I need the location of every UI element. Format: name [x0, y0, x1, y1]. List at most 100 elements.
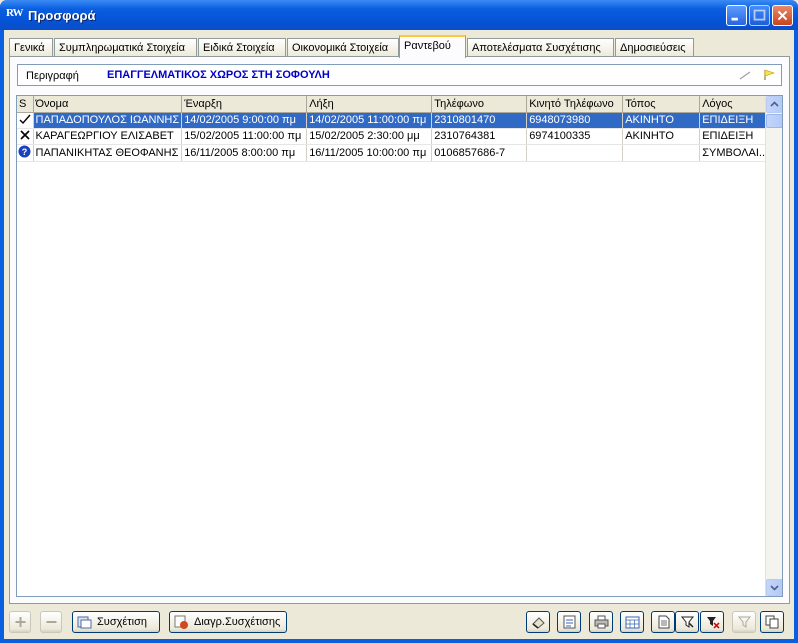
- cell-phone: 2310764381: [431, 128, 528, 145]
- cell-mobile: 6948073980: [526, 112, 624, 129]
- window-title: Προσφορά: [28, 8, 96, 23]
- scroll-up-button[interactable]: [766, 96, 782, 113]
- report-icon: [563, 615, 576, 629]
- erase-icon: [532, 617, 545, 629]
- cell-end: 15/02/2005 2:30:00 μμ: [306, 128, 433, 145]
- calendar-icon: [625, 616, 640, 629]
- question-icon: ?: [18, 145, 31, 157]
- row-status: [17, 128, 34, 145]
- add-button[interactable]: [9, 611, 31, 633]
- title-bar[interactable]: RW Προσφορά: [0, 0, 798, 30]
- column-header-phone[interactable]: Τηλέφωνο: [431, 96, 528, 113]
- minus-icon: [46, 621, 57, 623]
- tab-general[interactable]: Γενικά: [9, 38, 53, 57]
- cell-name: ΚΑΡΑΓΕΩΡΓΙΟΥ ΕΛΙΣΑΒΕΤ: [33, 128, 183, 145]
- column-header-name[interactable]: Όνομα: [33, 96, 183, 113]
- description-value: ΕΠΑΓΓΕΛΜΑΤΙΚΟΣ ΧΩΡΟΣ ΣΤΗ ΣΟΦΟΥΛΗ: [107, 69, 330, 81]
- unrelate-label: Διαγρ.Συσχέτισης: [194, 616, 281, 628]
- appointments-panel: Περιγραφή ΕΠΑΓΓΕΛΜΑΤΙΚΟΣ ΧΩΡΟΣ ΣΤΗ ΣΟΦΟΥ…: [9, 56, 790, 604]
- table-row[interactable]: ΠΑΠΑΔΟΠΟΥΛΟΣ ΙΩΑΝΝΗΣ 14/02/2005 9:00:00 …: [17, 112, 772, 129]
- copy-icon: [765, 615, 779, 629]
- cell-place: ΑΚΙΝΗΤΟ: [622, 112, 701, 129]
- table-row[interactable]: ΚΑΡΑΓΕΩΡΓΙΟΥ ΕΛΙΣΑΒΕΤ 15/02/2005 11:00:0…: [17, 128, 772, 145]
- row-status: ?: [17, 144, 34, 162]
- column-header-end[interactable]: Λήξη: [306, 96, 433, 113]
- calendar-button[interactable]: [620, 611, 644, 633]
- cell-mobile: 6974100335: [526, 128, 624, 145]
- minimize-button[interactable]: [726, 5, 747, 26]
- minimize-icon: [731, 17, 738, 21]
- cell-start: 15/02/2005 11:00:00 πμ: [181, 128, 308, 145]
- document-button[interactable]: [651, 611, 675, 633]
- maximize-icon: [753, 9, 766, 21]
- chevron-up-icon: [770, 101, 779, 107]
- column-header-start[interactable]: Έναρξη: [181, 96, 308, 113]
- filter-disabled-icon: [737, 616, 752, 628]
- scroll-down-button[interactable]: [766, 579, 782, 596]
- cell-phone: 2310801470: [431, 112, 528, 129]
- cell-start: 16/11/2005 8:00:00 πμ: [181, 144, 308, 162]
- cell-end: 14/02/2005 11:00:00 πμ: [306, 112, 433, 129]
- relate-label: Συσχέτιση: [97, 616, 147, 628]
- table-row[interactable]: ? ΠΑΠΑΝΙΚΗΤΑΣ ΘΕΟΦΑΝΗΣ 16/11/2005 8:00:0…: [17, 144, 772, 162]
- row-status: [17, 112, 34, 129]
- remove-button[interactable]: [40, 611, 62, 633]
- unlink-icon: [174, 615, 188, 629]
- print-button[interactable]: [589, 611, 613, 633]
- description-label: Περιγραφή: [26, 70, 79, 82]
- cell-reason: ΣΥΜΒΟΛΑΙ...: [699, 144, 772, 162]
- filter-clear-icon: [707, 617, 720, 629]
- tab-correlation-results[interactable]: Αποτελέσματα Συσχέτισης: [467, 38, 614, 57]
- cell-reason: ΕΠΙΔΕΙΞΗ: [699, 112, 772, 129]
- copy-button[interactable]: [760, 611, 784, 633]
- cell-name: ΠΑΠΑΔΟΠΟΥΛΟΣ ΙΩΑΝΝΗΣ: [33, 112, 183, 129]
- pencil-icon[interactable]: [738, 69, 752, 81]
- tab-special[interactable]: Ειδικά Στοιχεία: [198, 38, 286, 57]
- filter-clear-button[interactable]: [700, 611, 724, 633]
- cell-place: [622, 144, 701, 162]
- cell-place: ΑΚΙΝΗΤΟ: [622, 128, 701, 145]
- relate-button[interactable]: Συσχέτιση: [72, 611, 160, 633]
- bottom-toolbar: Συσχέτιση Διαγρ.Συσχέτισης: [4, 609, 794, 637]
- filter-disabled-button[interactable]: [732, 611, 756, 633]
- column-header-reason[interactable]: Λόγος: [699, 96, 772, 113]
- cell-start: 14/02/2005 9:00:00 πμ: [181, 112, 308, 129]
- unrelate-button[interactable]: Διαγρ.Συσχέτισης: [169, 611, 287, 633]
- window: RW Προσφορά Γενικά Συμπληρωματικά Στοιχε…: [0, 0, 798, 643]
- tab-publications[interactable]: Δημοσιεύσεις: [615, 38, 694, 57]
- appointments-table: S Όνομα Έναρξη Λήξη Τηλέφωνο Κινητό Τηλέ…: [16, 95, 783, 597]
- tab-supplementary[interactable]: Συμπληρωματικά Στοιχεία: [54, 38, 197, 57]
- column-header-place[interactable]: Τόπος: [622, 96, 701, 113]
- close-icon: [777, 10, 788, 21]
- filter-button[interactable]: [675, 611, 699, 633]
- chevron-down-icon: [770, 585, 779, 591]
- maximize-button[interactable]: [749, 5, 770, 26]
- plus-icon: [15, 617, 26, 627]
- scroll-thumb[interactable]: [766, 114, 782, 128]
- filter-icon: [680, 616, 695, 628]
- check-icon: [19, 114, 31, 124]
- cell-name: ΠΑΠΑΝΙΚΗΤΑΣ ΘΕΟΦΑΝΗΣ: [33, 144, 183, 162]
- erase-button[interactable]: [526, 611, 550, 633]
- cell-mobile: [526, 144, 624, 162]
- close-button[interactable]: [772, 5, 793, 26]
- cross-icon: [20, 129, 30, 140]
- flag-icon[interactable]: [762, 69, 776, 81]
- print-icon: [594, 615, 609, 629]
- client-area: Γενικά Συμπληρωματικά Στοιχεία Ειδικά Στ…: [4, 30, 794, 639]
- column-header-status[interactable]: S: [17, 96, 34, 113]
- table-header: S Όνομα Έναρξη Λήξη Τηλέφωνο Κινητό Τηλέ…: [17, 96, 772, 113]
- app-icon: RW: [6, 7, 24, 19]
- cell-phone: 0106857686-7: [431, 144, 528, 162]
- tab-financial[interactable]: Οικονομικά Στοιχεία: [287, 38, 399, 57]
- tab-appointments[interactable]: Ραντεβού: [399, 35, 466, 58]
- report-button[interactable]: [557, 611, 581, 633]
- column-header-mobile[interactable]: Κινητό Τηλέφωνο: [526, 96, 624, 113]
- svg-text:?: ?: [22, 147, 28, 157]
- document-icon: [658, 615, 670, 629]
- cell-reason: ΕΠΙΔΕΙΞΗ: [699, 128, 772, 145]
- cell-end: 16/11/2005 10:00:00 πμ: [306, 144, 433, 162]
- description-box: Περιγραφή ΕΠΑΓΓΕΛΜΑΤΙΚΟΣ ΧΩΡΟΣ ΣΤΗ ΣΟΦΟΥ…: [17, 64, 782, 86]
- link-icon: [77, 616, 92, 629]
- vertical-scrollbar[interactable]: [765, 96, 782, 596]
